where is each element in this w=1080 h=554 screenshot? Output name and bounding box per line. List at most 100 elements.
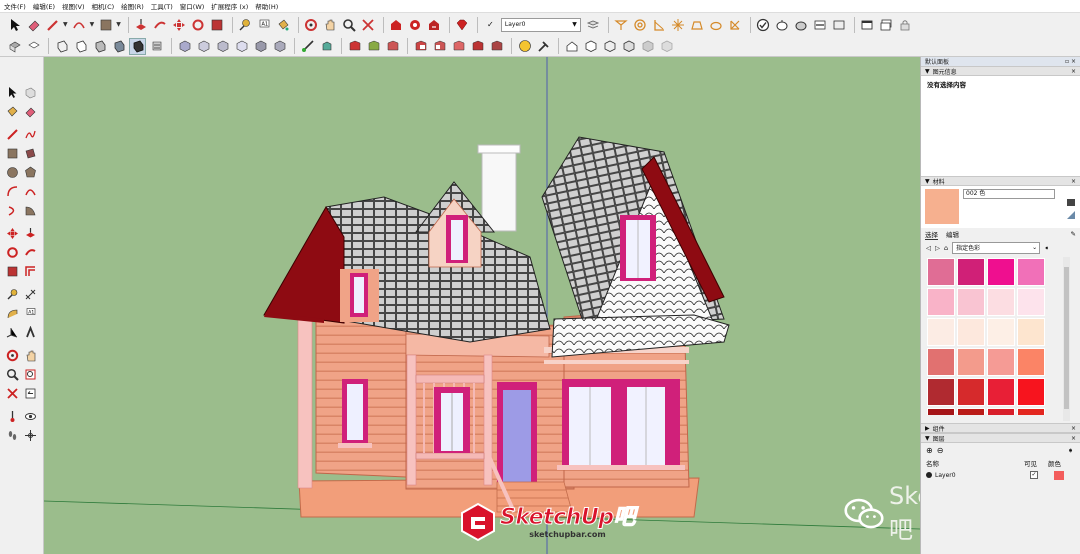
axes-tool[interactable] [5, 325, 20, 340]
shaded-button[interactable] [91, 38, 108, 55]
look-around-button[interactable] [318, 38, 335, 55]
protractor-tool[interactable] [5, 306, 20, 321]
close-icon[interactable]: × [1071, 425, 1076, 432]
share-model-button[interactable] [426, 16, 443, 33]
paint-bucket-tool[interactable] [5, 104, 20, 119]
color-swatch[interactable] [927, 348, 955, 376]
components-header[interactable]: ▶ 组件 × [921, 423, 1080, 433]
eraser-tool-button[interactable] [25, 16, 42, 33]
rotate-tool-button[interactable] [190, 16, 207, 33]
dimension-tool[interactable] [23, 287, 38, 302]
solid-last-button[interactable] [488, 38, 505, 55]
pan-tool[interactable] [23, 348, 38, 363]
color-swatch[interactable] [927, 258, 955, 286]
close-icon[interactable]: × [1071, 68, 1076, 75]
offset-tool[interactable] [23, 264, 38, 279]
menu-view[interactable]: 视图(V) [62, 1, 85, 11]
scenes-button[interactable] [859, 16, 876, 33]
previous-view-tool[interactable] [23, 386, 38, 401]
menu-window[interactable]: 窗口(W) [180, 1, 205, 11]
color-swatch[interactable] [987, 258, 1015, 286]
select-tool-button[interactable] [6, 16, 23, 33]
close-icon[interactable]: × [1071, 178, 1076, 185]
line-tool[interactable] [5, 127, 20, 142]
sandbox-terrain-button[interactable] [755, 16, 772, 33]
right-view-button[interactable] [233, 38, 250, 55]
color-swatch[interactable] [987, 348, 1015, 376]
add-layer-icon[interactable]: ⊕ [926, 446, 933, 455]
circle-tool[interactable] [5, 165, 20, 180]
materials-header[interactable]: ▼ 材料 × [921, 176, 1080, 186]
section-plane-button[interactable] [812, 16, 829, 33]
walk-button[interactable] [299, 38, 316, 55]
color-swatch[interactable] [1017, 288, 1045, 316]
scale-tool[interactable] [5, 264, 20, 279]
3d-text-tool[interactable] [23, 325, 38, 340]
sandbox-stamp-button[interactable] [670, 16, 687, 33]
sandbox-add-detail-button[interactable] [708, 16, 725, 33]
move-tool-button[interactable] [171, 16, 188, 33]
tray-pin-close[interactable]: ▫ × [1065, 58, 1076, 65]
zoom-extents-tool[interactable] [5, 386, 20, 401]
layer-manager-button[interactable] [585, 16, 602, 33]
cube-b-button[interactable] [601, 38, 618, 55]
menu-file[interactable]: 文件(F) [4, 1, 26, 11]
material-swatch[interactable] [925, 189, 959, 224]
color-swatch[interactable] [927, 378, 955, 406]
warehouse-button[interactable] [388, 16, 405, 33]
zoom-window-tool[interactable] [23, 367, 38, 382]
trim-button[interactable] [431, 38, 448, 55]
details-arrow-icon[interactable]: ➧ [1044, 244, 1049, 252]
arc-dropdown-arrow[interactable]: ▼ [90, 21, 95, 28]
move-tool[interactable] [5, 226, 20, 241]
pushpull-tool-button[interactable] [133, 16, 150, 33]
color-swatch[interactable] [1017, 318, 1045, 346]
menu-extensions[interactable]: 扩展程序 (x) [211, 1, 248, 11]
follow-me-tool[interactable] [23, 245, 38, 260]
walk-tool[interactable] [5, 428, 20, 443]
followme-tool-button[interactable] [152, 16, 169, 33]
rotate-tool[interactable] [5, 245, 20, 260]
scale-tool-button[interactable] [209, 16, 226, 33]
home-icon[interactable]: ⌂ [944, 244, 948, 252]
shape-dropdown-arrow[interactable]: ▼ [116, 21, 121, 28]
color-swatch[interactable] [957, 318, 985, 346]
layer-visible-checkbox[interactable]: ✓ [1030, 471, 1038, 479]
select-tool[interactable] [5, 85, 20, 100]
solid-tools-button[interactable] [793, 16, 810, 33]
entity-info-header[interactable]: ▼ 图元信息 × [921, 66, 1080, 76]
subtract-button[interactable] [412, 38, 429, 55]
zoom-tool[interactable] [5, 367, 20, 382]
orbit-tool[interactable] [5, 348, 20, 363]
color-swatch[interactable] [987, 288, 1015, 316]
rectangle-tool[interactable] [5, 146, 20, 161]
tape-measure-tool[interactable] [5, 287, 20, 302]
split-button[interactable] [450, 38, 467, 55]
freehand-tool[interactable] [23, 127, 38, 142]
eyedropper-icon[interactable]: ✎ [1071, 230, 1076, 238]
sample-paint-icon[interactable] [1066, 210, 1076, 220]
arc-tool[interactable] [5, 184, 20, 199]
outer-shell-button[interactable] [346, 38, 363, 55]
back-view-button[interactable] [252, 38, 269, 55]
intersect-button[interactable] [365, 38, 382, 55]
lock-button[interactable] [897, 16, 914, 33]
cube-c-button[interactable] [620, 38, 637, 55]
xray-button[interactable] [6, 38, 23, 55]
material-library-dropdown[interactable]: 指定色彩 ⌄ [952, 241, 1041, 254]
layers-header[interactable]: ▼ 图层 × [921, 433, 1080, 443]
color-swatch[interactable] [1017, 258, 1045, 286]
close-icon[interactable]: × [1071, 435, 1076, 442]
text-tool[interactable]: A1 [23, 306, 38, 321]
make-component-tool[interactable] [23, 85, 38, 100]
swatch-scrollbar[interactable] [1063, 257, 1070, 421]
push-pull-tool[interactable] [23, 226, 38, 241]
sandbox-smoove-button[interactable] [651, 16, 668, 33]
back-edges-button[interactable] [25, 38, 42, 55]
color-swatch[interactable] [927, 318, 955, 346]
menu-edit[interactable]: 编辑(E) [33, 1, 55, 11]
zoom-tool-button[interactable] [341, 16, 358, 33]
color-swatch[interactable] [957, 258, 985, 286]
solid-inspector-button[interactable] [774, 16, 791, 33]
tab-select[interactable]: 选择 [925, 229, 938, 240]
